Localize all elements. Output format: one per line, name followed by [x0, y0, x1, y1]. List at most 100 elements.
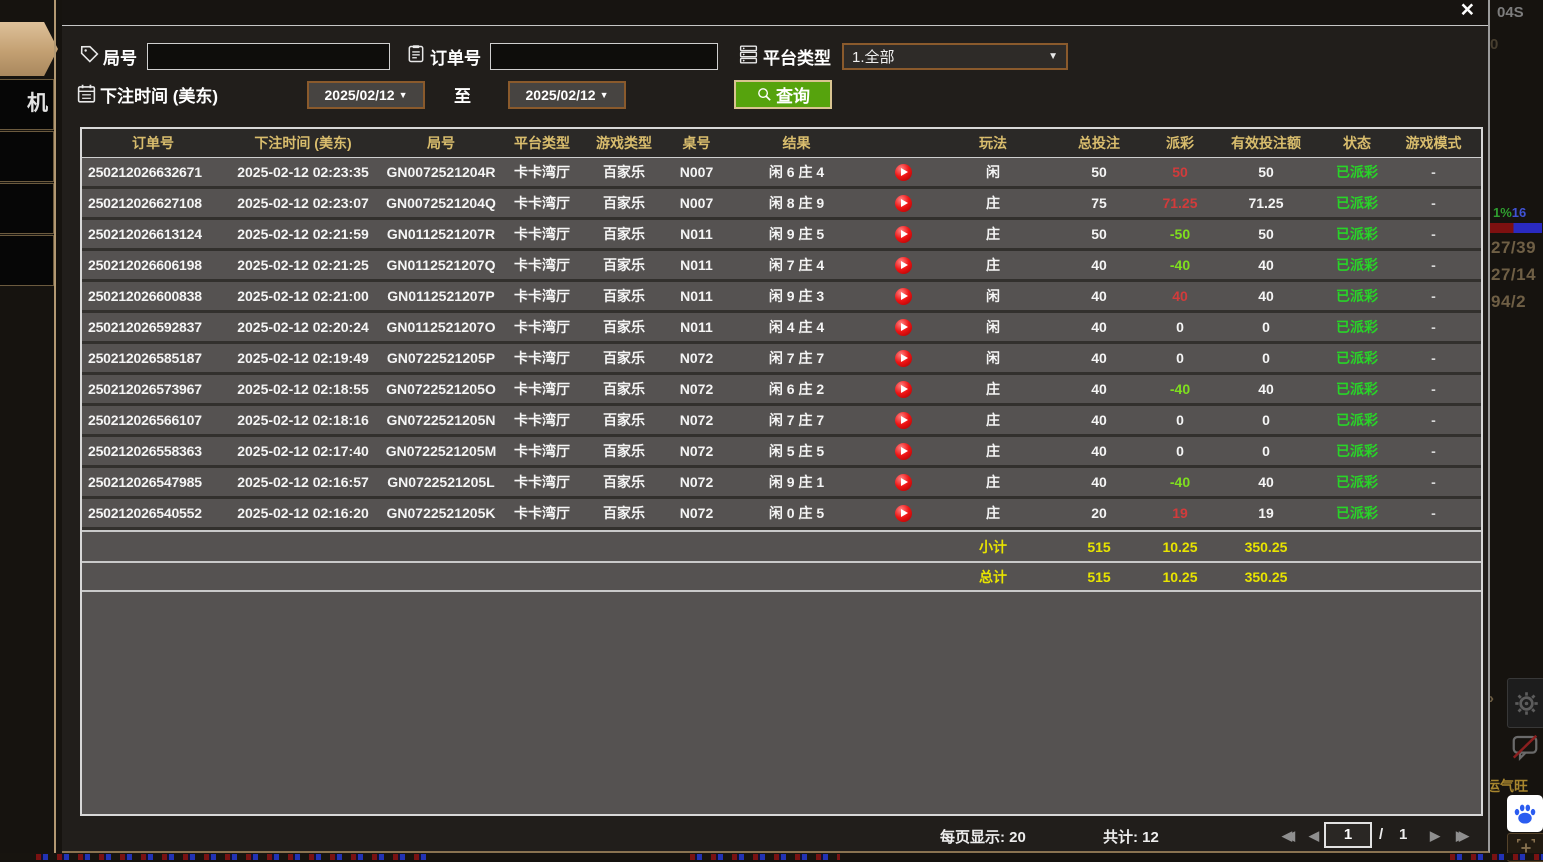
replay-icon[interactable] [895, 319, 912, 336]
cell-platform: 卡卡湾厅 [500, 406, 584, 434]
cell-status: 已派彩 [1326, 220, 1388, 248]
cell-play-type: 庄 [942, 220, 1044, 248]
bet-history-dialog: × 局号 订单号 [62, 0, 1490, 853]
sidebar-item-machine[interactable]: 机 [0, 79, 54, 130]
cell-platform: 卡卡湾厅 [500, 468, 584, 496]
replay-icon[interactable] [895, 257, 912, 274]
cell-game-mode: - [1388, 220, 1479, 248]
tag-icon [79, 44, 100, 70]
cell-total-bet: 40 [1044, 468, 1154, 496]
cell-status: 已派彩 [1326, 251, 1388, 279]
sidebar-divider [54, 0, 56, 860]
cell-result: 闲 6 庄 4 [729, 158, 864, 186]
date-from-picker[interactable]: 2025/02/12 ▼ [307, 81, 425, 109]
cell-play-type: 庄 [942, 499, 1044, 527]
bet-time-filter-label: 下注时间 (美东) [100, 82, 218, 107]
cell-game: 百家乐 [584, 251, 664, 279]
cell-game: 百家乐 [584, 158, 664, 186]
cell-round: GN0072521204R [382, 158, 500, 186]
round-input[interactable] [147, 43, 390, 70]
replay-icon[interactable] [895, 505, 912, 522]
total-payout: 10.25 [1154, 563, 1206, 590]
cell-round: GN0112521207R [382, 220, 500, 248]
calendar-icon [76, 83, 97, 109]
cell-round: GN0722521205P [382, 344, 500, 372]
replay-icon[interactable] [895, 474, 912, 491]
replay-icon[interactable] [895, 226, 912, 243]
last-page-button[interactable]: ▶▶ [1456, 828, 1469, 844]
close-icon[interactable]: × [1461, 0, 1474, 22]
settings-button[interactable] [1507, 678, 1543, 728]
cell-game-mode: - [1388, 189, 1479, 217]
col-header-time: 下注时间 (美东) [224, 129, 382, 157]
cell-platform: 卡卡湾厅 [500, 375, 584, 403]
replay-icon[interactable] [895, 164, 912, 181]
platform-stack-icon [738, 44, 759, 70]
replay-icon[interactable] [895, 381, 912, 398]
replay-icon[interactable] [895, 443, 912, 460]
cell-valid-bet: 40 [1206, 375, 1326, 403]
replay-icon[interactable] [895, 412, 912, 429]
cell-platform: 卡卡湾厅 [500, 313, 584, 341]
cell-valid-bet: 0 [1206, 344, 1326, 372]
cell-time: 2025-02-12 02:18:16 [224, 406, 382, 434]
cell-total-bet: 75 [1044, 189, 1154, 217]
cell-order: 250212026540552 [82, 499, 224, 527]
sidebar-item-active[interactable] [0, 22, 58, 76]
replay-icon[interactable] [895, 350, 912, 367]
cell-play-type: 庄 [942, 437, 1044, 465]
cell-table: N011 [664, 313, 729, 341]
order-input[interactable] [490, 43, 718, 70]
cell-round: GN0112521207O [382, 313, 500, 341]
date-to-picker[interactable]: 2025/02/12 ▼ [508, 81, 626, 109]
cell-round: GN0722521205K [382, 499, 500, 527]
sidebar-item-5[interactable] [0, 235, 54, 286]
cell-round: GN0722521205M [382, 437, 500, 465]
cell-valid-bet: 19 [1206, 499, 1326, 527]
cell-round: GN0112521207P [382, 282, 500, 310]
prev-page-button[interactable]: ◀ [1309, 828, 1319, 844]
total-bet: 515 [1044, 563, 1154, 590]
page-number-input[interactable]: 1 [1324, 822, 1372, 848]
first-page-button[interactable]: ◀◀ [1282, 828, 1295, 844]
cell-table: N072 [664, 468, 729, 496]
next-page-button[interactable]: ▶ [1430, 828, 1440, 844]
cell-game-mode: - [1388, 313, 1479, 341]
cell-status: 已派彩 [1326, 468, 1388, 496]
cell-table: N007 [664, 158, 729, 186]
cell-payout: -40 [1154, 468, 1206, 496]
sidebar-item-3[interactable] [0, 131, 54, 182]
cell-order: 250212026592837 [82, 313, 224, 341]
paw-icon [1512, 801, 1538, 827]
replay-icon[interactable] [895, 195, 912, 212]
cell-time: 2025-02-12 02:16:20 [224, 499, 382, 527]
date-range-to-label: 至 [454, 82, 471, 107]
table-empty-area [82, 592, 1481, 814]
cell-result: 闲 7 庄 7 [729, 406, 864, 434]
chevron-down-icon: ▼ [600, 90, 609, 100]
search-button[interactable]: 查询 [734, 80, 832, 109]
date-to-value: 2025/02/12 [526, 87, 596, 103]
total-label: 总计 [942, 563, 1044, 590]
sidebar-item-4[interactable] [0, 183, 54, 234]
paw-app-button[interactable] [1507, 795, 1543, 832]
platform-filter-label: 平台类型 [763, 44, 831, 69]
cell-round: GN0722521205N [382, 406, 500, 434]
cell-time: 2025-02-12 02:23:07 [224, 189, 382, 217]
replay-icon[interactable] [895, 288, 912, 305]
cell-game-mode: - [1388, 282, 1479, 310]
cell-valid-bet: 40 [1206, 251, 1326, 279]
col-header-valid: 有效投注额 [1206, 129, 1326, 157]
page-total: 1 [1399, 826, 1407, 843]
cell-time: 2025-02-12 02:17:40 [224, 437, 382, 465]
cell-order: 250212026573967 [82, 375, 224, 403]
table-row: 250212026592837 2025-02-12 02:20:24 GN01… [82, 313, 1481, 344]
chat-mute-button[interactable] [1507, 728, 1543, 766]
col-header-play: 玩法 [942, 129, 1044, 157]
cell-game: 百家乐 [584, 220, 664, 248]
table-row: 250212026558363 2025-02-12 02:17:40 GN07… [82, 437, 1481, 468]
cell-result: 闲 9 庄 3 [729, 282, 864, 310]
cell-play-type: 庄 [942, 375, 1044, 403]
platform-select[interactable]: 1.全部 ▼ [842, 43, 1068, 70]
background-stat: 27/14 [1491, 265, 1536, 285]
